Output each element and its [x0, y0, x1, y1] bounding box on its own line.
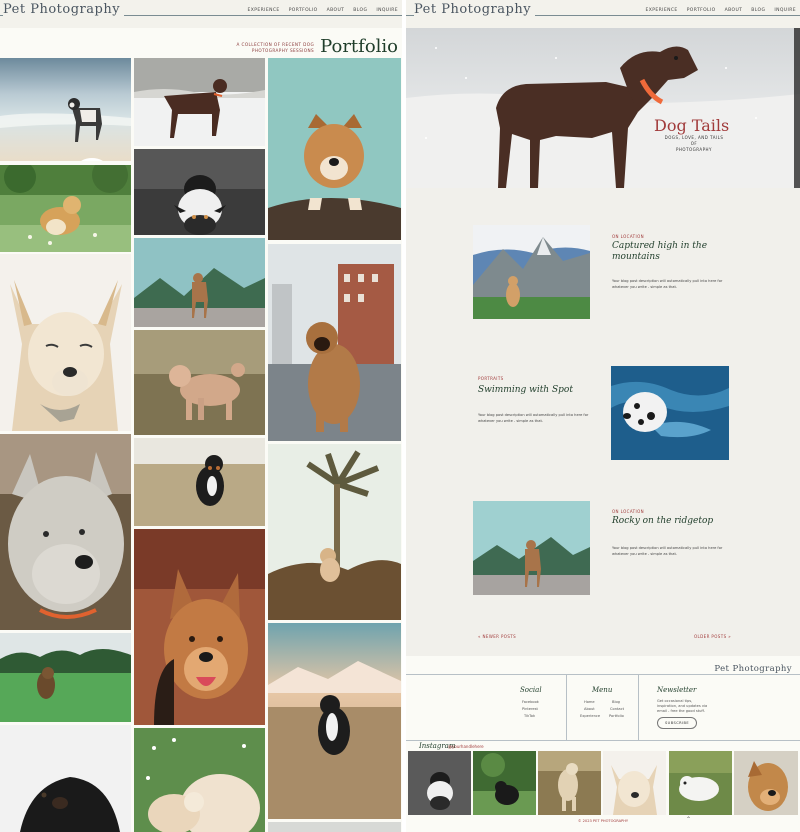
portfolio-photo-aussie-lying[interactable]: [134, 149, 265, 235]
instagram-photo[interactable]: [669, 751, 732, 815]
social-link-facebook[interactable]: Facebook: [522, 700, 539, 704]
portfolio-photo-green-meadow[interactable]: [0, 633, 131, 722]
blog-tagline: DOGS, LOVE, AND TAILS OF PHOTOGRAPHY: [664, 135, 724, 152]
nav-experience[interactable]: EXPERIENCE: [646, 8, 678, 13]
footer-rule-top: [406, 674, 800, 675]
portfolio-photo-dog-on-rock[interactable]: [268, 58, 401, 240]
portfolio-photo-palm-dog[interactable]: [268, 444, 401, 620]
newsletter-text: Get occasional tips, inspiration, and up…: [657, 699, 708, 713]
post-category[interactable]: ON LOCATION: [612, 234, 644, 239]
page-title: Portfolio: [320, 36, 398, 57]
instagram-photo[interactable]: [603, 751, 666, 815]
older-posts-link[interactable]: OLDER POSTS »: [694, 634, 731, 639]
nav-portfolio[interactable]: PORTFOLIO: [289, 8, 318, 13]
footer-rule-bottom: [406, 740, 800, 741]
portfolio-photo-city-mastiff[interactable]: [268, 244, 401, 441]
menu-link-blog[interactable]: Blog: [612, 700, 620, 704]
site-logo-blog[interactable]: Pet Photography: [414, 2, 536, 17]
portfolio-photo-border-collie-sunset[interactable]: [268, 623, 401, 819]
instagram-photo[interactable]: [408, 751, 471, 815]
portfolio-photo-mountain-dog[interactable]: [134, 238, 265, 327]
post-excerpt: Your blog post description will automati…: [612, 279, 723, 289]
portfolio-photo-bernese-field[interactable]: [134, 438, 265, 526]
blog-hero: Dog Tails DOGS, LOVE, AND TAILS OF PHOTO…: [406, 28, 800, 188]
site-footer: Pet Photography Social Facebook Pinteres…: [406, 656, 800, 832]
portfolio-photo-poodle-field[interactable]: [134, 330, 265, 435]
portfolio-photo-snow-pointer[interactable]: [134, 58, 265, 146]
nav-portfolio[interactable]: PORTFOLIO: [687, 8, 716, 13]
menu-link-home[interactable]: Home: [584, 700, 595, 704]
post-thumbnail-mountains[interactable]: [473, 225, 590, 319]
menu-link-about[interactable]: About: [584, 707, 595, 711]
portfolio-photo-fluffy-dog-flowers[interactable]: [134, 728, 265, 832]
nav-about[interactable]: ABOUT: [725, 8, 743, 13]
chevron-up-icon[interactable]: ⌃: [686, 816, 691, 823]
menu-heading: Menu: [592, 686, 613, 694]
post-category[interactable]: PORTRAITS: [478, 376, 504, 381]
menu-link-experience[interactable]: Experience: [580, 714, 600, 718]
instagram-photo[interactable]: [734, 751, 798, 815]
social-link-tiktok[interactable]: TikTok: [524, 714, 535, 718]
instagram-photo[interactable]: [538, 751, 601, 815]
portfolio-photo-shaggy-dog[interactable]: [0, 434, 131, 630]
portfolio-photo-partial[interactable]: [268, 822, 401, 832]
subscribe-button[interactable]: SUBSCRIBE: [657, 717, 697, 729]
social-link-pinterest[interactable]: Pinterest: [522, 707, 538, 711]
post-thumbnail-ridgetop[interactable]: [473, 501, 590, 595]
footer-logo[interactable]: Pet Photography: [714, 664, 792, 674]
post-thumbnail-swimming[interactable]: [611, 366, 729, 460]
post-excerpt: Your blog post description will automati…: [612, 546, 723, 556]
portfolio-photo-husky-closeup[interactable]: [0, 254, 131, 431]
post-category[interactable]: ON LOCATION: [612, 509, 644, 514]
menu-link-portfolio[interactable]: Portfolio: [609, 714, 624, 718]
main-nav: EXPERIENCE PORTFOLIO ABOUT BLOG INQUIRE: [243, 8, 398, 13]
post-excerpt: Your blog post description will automati…: [478, 413, 589, 423]
nav-blog[interactable]: BLOG: [353, 8, 367, 13]
portfolio-photo-shepherd-smile[interactable]: [134, 529, 265, 725]
nav-blog[interactable]: BLOG: [751, 8, 765, 13]
newer-posts-link[interactable]: « NEWER POSTS: [478, 634, 516, 639]
top-header: Pet Photography EXPERIENCE PORTFOLIO ABO…: [0, 0, 402, 28]
post-title[interactable]: Rocky on the ridgetop: [612, 516, 713, 527]
main-nav-blog: EXPERIENCE PORTFOLIO ABOUT BLOG INQUIRE: [641, 8, 796, 13]
post-title[interactable]: Captured high in the mountains: [612, 241, 707, 263]
blog-title: Dog Tails: [654, 116, 730, 135]
site-logo[interactable]: Pet Photography: [3, 2, 125, 17]
post-title[interactable]: Swimming with Spot: [478, 385, 573, 396]
portfolio-page: Pet Photography EXPERIENCE PORTFOLIO ABO…: [0, 0, 402, 832]
instagram-handle-link[interactable]: @yourhandlehere: [448, 744, 484, 749]
hero-image: [406, 28, 800, 188]
nav-experience[interactable]: EXPERIENCE: [248, 8, 280, 13]
instagram-photo[interactable]: [473, 751, 536, 815]
portfolio-photo-black-puppy[interactable]: [0, 725, 131, 832]
portfolio-subtitle: A COLLECTION OF RECENT DOG PHOTOGRAPHY S…: [236, 42, 315, 53]
top-header-blog: Pet Photography EXPERIENCE PORTFOLIO ABO…: [406, 0, 800, 28]
portfolio-photo-beach-dog[interactable]: [0, 58, 131, 161]
nav-inquire[interactable]: INQUIRE: [774, 8, 796, 13]
social-heading: Social: [520, 686, 542, 694]
nav-inquire[interactable]: INQUIRE: [376, 8, 398, 13]
blog-page: Pet Photography EXPERIENCE PORTFOLIO ABO…: [406, 0, 800, 832]
portfolio-header: A COLLECTION OF RECENT DOG PHOTOGRAPHY S…: [237, 36, 398, 58]
menu-link-contact[interactable]: Contact: [610, 707, 624, 711]
newsletter-heading: Newsletter: [657, 686, 697, 694]
footer-column-divider: [566, 674, 567, 740]
nav-about[interactable]: ABOUT: [327, 8, 345, 13]
footer-column-divider: [638, 674, 639, 740]
portfolio-photo-golden-field[interactable]: [0, 165, 131, 252]
copyright-text: © 2023 PET PHOTOGRAPHY: [577, 819, 629, 823]
